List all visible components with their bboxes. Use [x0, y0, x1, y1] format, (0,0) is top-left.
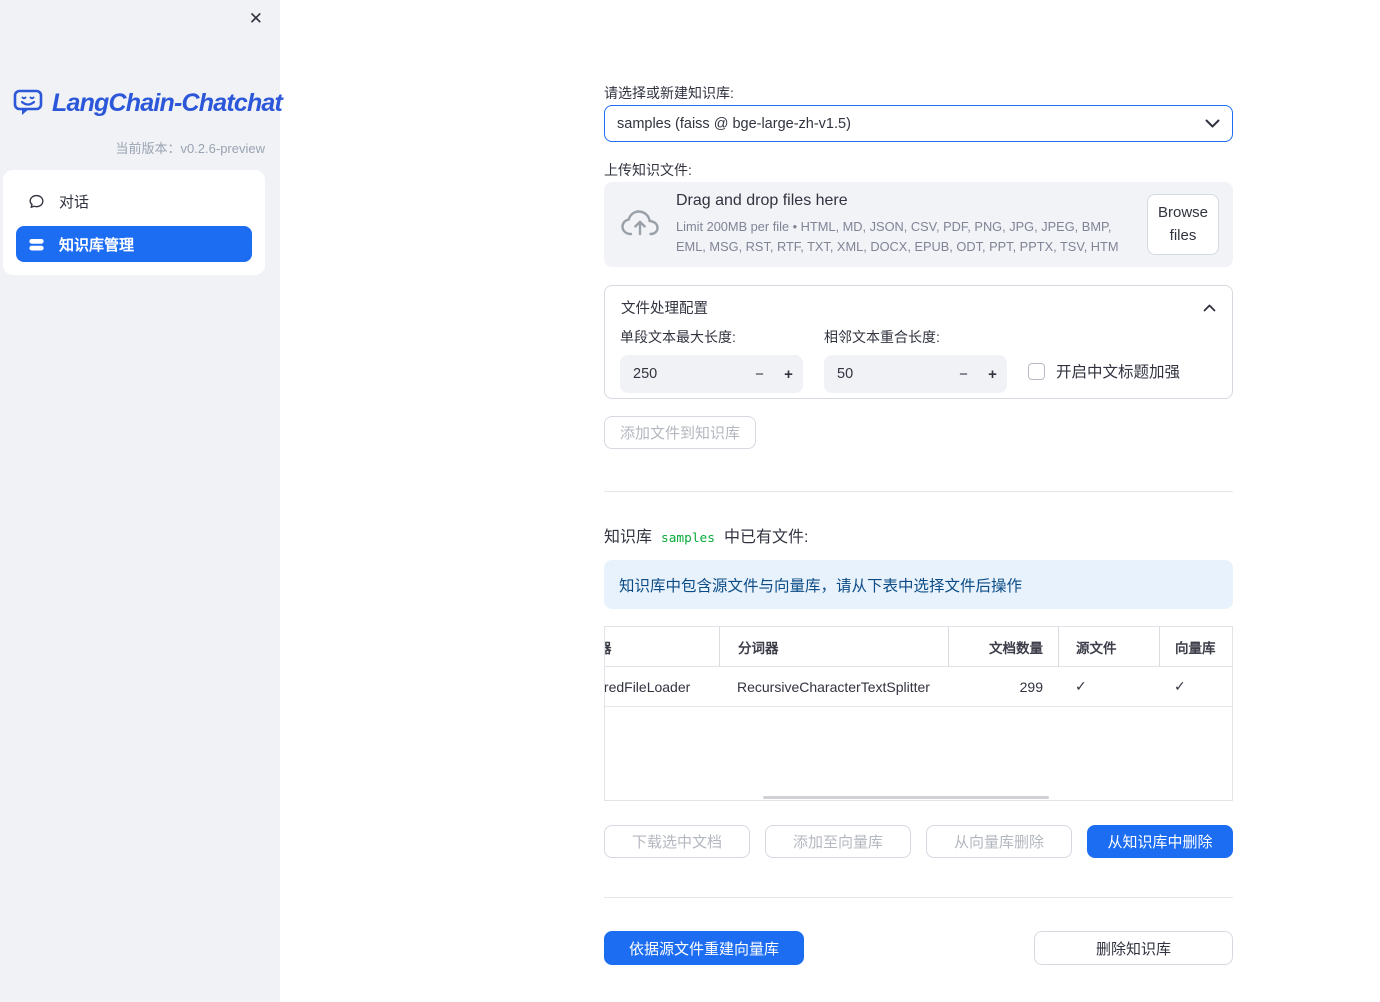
- cell-vector-check: ✓: [1159, 667, 1232, 707]
- app-title: LangChain-Chatchat: [52, 89, 283, 117]
- sidebar-item-label: 知识库管理: [59, 236, 135, 254]
- kb-select-label: 请选择或新建知识库:: [604, 85, 734, 101]
- dropzone-limit-text: Limit 200MB per file • HTML, MD, JSON, C…: [676, 219, 1119, 254]
- expander-title: 文件处理配置: [621, 301, 708, 317]
- version-text: 当前版本：v0.2.6-preview: [115, 141, 265, 156]
- info-alert: 知识库中包含源文件与向量库，请从下表中选择文件后操作: [604, 560, 1233, 609]
- column-header-source[interactable]: 源文件: [1058, 627, 1159, 667]
- kb-select-value: samples (faiss @ bge-large-zh-v1.5): [617, 115, 851, 132]
- table-header-row: 文档加载器 分词器 文档数量 源文件 向量库: [605, 627, 1232, 667]
- zh-title-checkbox-label: 开启中文标题加强: [1056, 364, 1181, 381]
- plus-stepper-button[interactable]: +: [774, 355, 803, 393]
- chevron-up-icon: [1203, 304, 1216, 312]
- delete-from-vector-store-button[interactable]: 从向量库删除: [926, 825, 1072, 858]
- browse-files-button[interactable]: Browse files: [1147, 194, 1219, 255]
- file-actions-row: 下载选中文档 添加至向量库 从向量库删除 从知识库中删除: [604, 825, 1233, 858]
- info-alert-text: 知识库中包含源文件与向量库，请从下表中选择文件后操作: [619, 577, 1023, 595]
- kb-files-prefix: 知识库: [604, 529, 653, 546]
- column-header-docs[interactable]: 文档数量: [948, 627, 1058, 667]
- kb-files-suffix: 中已有文件:: [723, 529, 809, 546]
- dropzone-title: Drag and drop files here: [676, 192, 848, 210]
- sidebar-close-icon[interactable]: ✕: [245, 6, 267, 31]
- app-logo: LangChain-Chatchat: [12, 86, 283, 121]
- knowledge-base-icon: [27, 235, 46, 254]
- add-to-vector-store-button[interactable]: 添加至向量库: [765, 825, 911, 858]
- add-files-to-kb-button[interactable]: 添加文件到知识库: [604, 416, 757, 449]
- delete-from-kb-button[interactable]: 从知识库中删除: [1087, 825, 1233, 858]
- max-length-field-group: 单段文本最大长度: 250 − +: [620, 327, 803, 393]
- max-length-value: 250: [633, 366, 658, 382]
- sidebar-item-dialogue[interactable]: 对话: [16, 183, 252, 219]
- expander-header[interactable]: 文件处理配置: [605, 286, 1232, 318]
- kb-name-code: samples: [661, 531, 715, 546]
- column-header-loader[interactable]: 文档加载器: [605, 627, 719, 667]
- sidebar: ✕ LangChain-Chatchat 当前版本：v0.2.6-preview…: [0, 0, 283, 1002]
- kb-select[interactable]: samples (faiss @ bge-large-zh-v1.5): [604, 105, 1233, 142]
- chat-bubble-icon: [27, 192, 46, 211]
- divider: [604, 491, 1233, 492]
- overlap-value: 50: [837, 366, 854, 382]
- kb-files-table-inner: 文档加载器 分词器 文档数量 源文件 向量库 UnstructuredFileL…: [605, 627, 1232, 707]
- overlap-label: 相邻文本重合长度:: [824, 329, 940, 345]
- cell-docs: 299: [948, 667, 1058, 707]
- cell-source-check: ✓: [1058, 667, 1159, 707]
- file-config-expander: 文件处理配置 单段文本最大长度: 250 − + 相邻文本重合长度: 50 − …: [604, 285, 1233, 399]
- minus-stepper-button[interactable]: −: [745, 355, 774, 393]
- dropzone-text: Drag and drop files here Limit 200MB per…: [676, 192, 1131, 257]
- overlap-field-group: 相邻文本重合长度: 50 − +: [824, 327, 1007, 393]
- upload-label: 上传知识文件:: [604, 162, 692, 178]
- zh-title-field-group: 开启中文标题加强: [1028, 327, 1218, 393]
- chevron-down-icon: [1205, 119, 1220, 128]
- zh-title-checkbox-row[interactable]: 开启中文标题加强: [1028, 360, 1218, 382]
- kb-files-table[interactable]: 文档加载器 分词器 文档数量 源文件 向量库 UnstructuredFileL…: [604, 626, 1233, 801]
- download-selected-button[interactable]: 下载选中文档: [604, 825, 750, 858]
- minus-stepper-button[interactable]: −: [949, 355, 978, 393]
- column-header-splitter[interactable]: 分词器: [719, 627, 948, 667]
- main-content: 请选择或新建知识库: samples (faiss @ bge-large-zh…: [604, 0, 1233, 1002]
- rebuild-vector-store-button[interactable]: 依据源文件重建向量库: [604, 931, 804, 965]
- cell-loader: UnstructuredFileLoader: [605, 667, 719, 707]
- sidebar-item-label: 对话: [59, 193, 90, 211]
- max-length-label: 单段文本最大长度:: [620, 329, 736, 345]
- delete-kb-button[interactable]: 删除知识库: [1034, 931, 1233, 965]
- column-header-vector[interactable]: 向量库: [1159, 627, 1232, 667]
- kb-files-heading: 知识库 samples 中已有文件:: [604, 523, 808, 547]
- zh-title-checkbox[interactable]: [1028, 362, 1045, 380]
- horizontal-scrollbar[interactable]: [763, 796, 1049, 799]
- max-length-input[interactable]: 250 − +: [620, 355, 803, 393]
- cloud-upload-icon: [620, 208, 660, 241]
- expander-body: 单段文本最大长度: 250 − + 相邻文本重合长度: 50 − + 开启中文标…: [620, 327, 1218, 393]
- sidebar-item-knowledge-base[interactable]: 知识库管理: [16, 226, 252, 262]
- logo-chat-bubble-icon: [12, 86, 44, 121]
- cell-splitter: RecursiveCharacterTextSplitter: [719, 667, 948, 707]
- divider: [604, 897, 1233, 898]
- sidebar-menu: 对话 知识库管理: [3, 170, 265, 275]
- file-dropzone[interactable]: Drag and drop files here Limit 200MB per…: [604, 182, 1233, 267]
- overlap-input[interactable]: 50 − +: [824, 355, 1007, 393]
- plus-stepper-button[interactable]: +: [978, 355, 1007, 393]
- table-row[interactable]: UnstructuredFileLoader RecursiveCharacte…: [605, 667, 1232, 707]
